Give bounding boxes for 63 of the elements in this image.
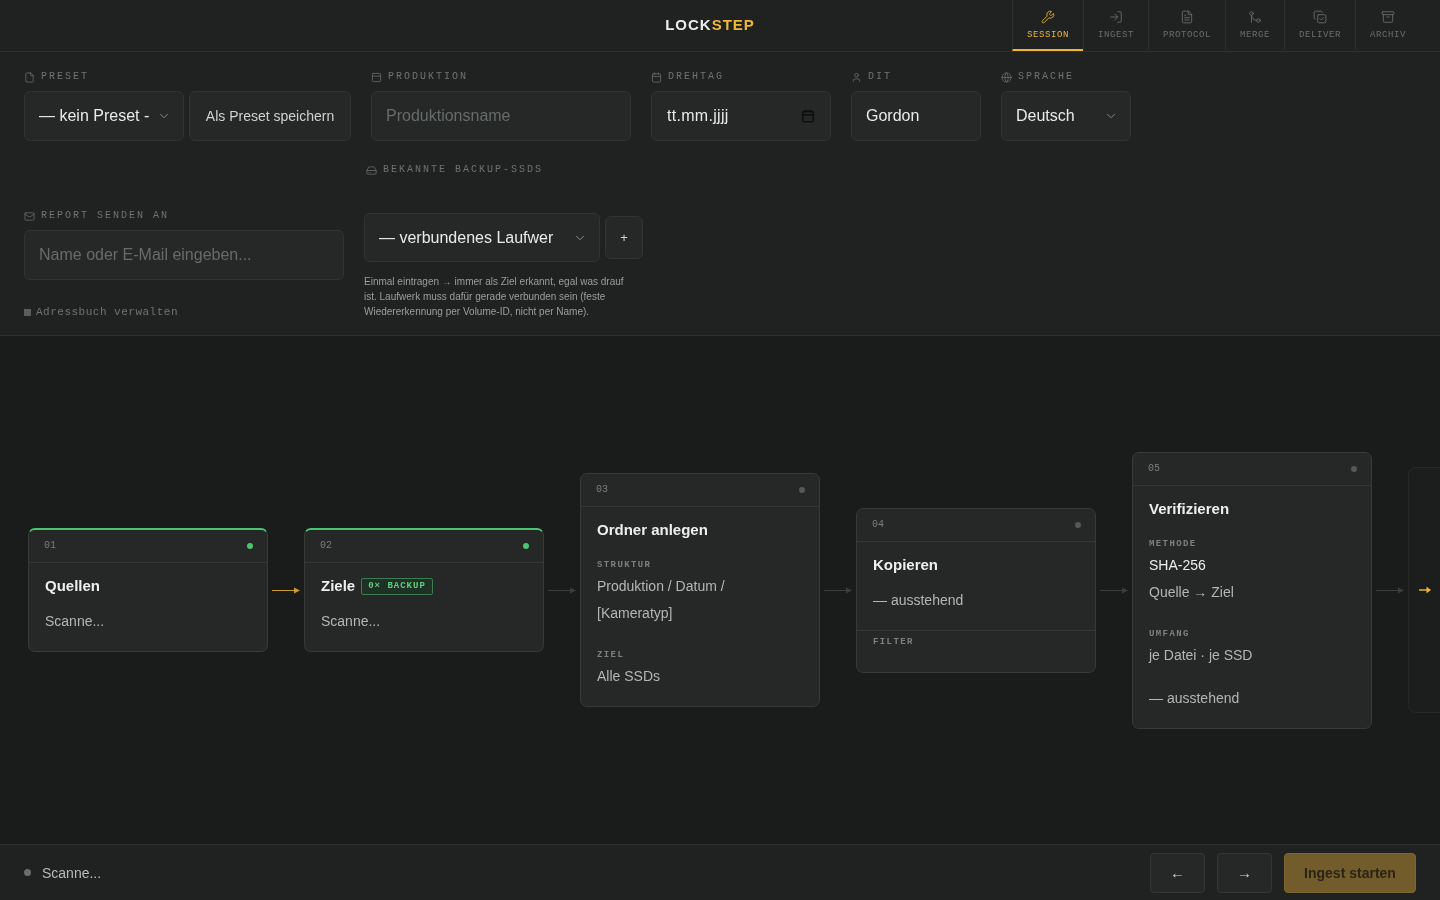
field-label: REPORT SENDEN AN [41,210,169,222]
person-icon [851,71,862,83]
file-icon [24,71,35,83]
dit-input[interactable]: Gordon [851,91,981,141]
step-status: Scanne... [321,612,382,631]
section-value: Quelle → Ziel [1149,582,1235,602]
section-label: FILTER [873,635,915,648]
step-title: Kopieren [873,554,938,575]
status-text: Scanne... [42,865,102,880]
step-status: Scanne... [45,612,106,631]
calendar-icon [651,71,662,83]
step-number: 02 [320,540,332,552]
save-preset-button[interactable]: Als Preset speichern [189,91,351,141]
add-button[interactable]: + [605,216,643,259]
step-number: 03 [596,484,608,496]
square-icon [24,309,31,316]
date-field[interactable]: tt.mm.jjjj [651,91,831,141]
branch-merge-icon [1247,10,1262,24]
arrow-right-icon [1419,586,1431,594]
drive-icon [366,164,377,176]
document-icon [1179,10,1194,24]
drive-select[interactable]: — verbundenes Laufwer [364,213,600,262]
step-number: 05 [1148,462,1160,475]
field-label: PRESET [41,71,89,83]
preset-select[interactable]: — kein Preset - [24,91,184,141]
language-select[interactable]: Deutsch [1001,91,1131,141]
mail-icon [24,210,35,222]
window-icon [371,71,382,83]
step-title: Quellen [45,576,100,596]
step-title: Ordner anlegen [597,520,708,540]
section-label: UMFANG [1149,627,1191,640]
archive-box-icon [1381,10,1395,24]
wrench-icon [1040,10,1055,24]
section-value: je Datei · je SSD [1149,645,1254,665]
step-title: Verifizieren [1149,498,1230,519]
section-value: SHA-256 [1149,555,1207,575]
step-title: Ziele [321,576,356,596]
field-label: DIT [868,71,892,83]
section-label: STRUKTUR [597,559,653,571]
hint-text: Einmal eintragen → immer als Ziel erkannt, egal was drauf ist. Laufwerk muss dafür gerade verbunden sein (feste Wiedererkennung per Volume-ID, nicht per Name). [364,275,625,319]
field-label: BEKANNTE BACKUP-SSDS [383,164,544,176]
status-dot-icon [24,869,31,876]
section-value: Alle SSDs [597,667,662,686]
step-number: 01 [44,540,56,552]
globe-icon [1001,71,1012,83]
field-label: PRODUKTION [388,71,468,83]
section-value: Produktion / Datum / [Kameratyp] [597,577,726,623]
step-status: — ausstehend [1149,688,1241,708]
calendar-icon[interactable] [801,109,815,123]
step-number: 04 [872,518,884,531]
login-arrow-icon [1108,10,1123,24]
section-label: METHODE [1149,537,1198,550]
next-button[interactable]: → [1217,852,1272,893]
back-button[interactable]: ← [1150,852,1205,893]
field-label: DREHTAG [668,71,724,83]
field-label: SPRACHE [1018,71,1074,83]
app-logo: LOCKSTEP [665,16,755,32]
count-badge: 0× BACKUP [361,577,433,595]
section-label: ZIEL [597,649,626,661]
production-input[interactable]: Produktionsname [371,91,631,141]
report-input[interactable]: Name oder E-Mail eingeben... [24,230,344,280]
copy-check-icon [1312,10,1327,24]
step-status: — ausstehend [873,590,965,610]
